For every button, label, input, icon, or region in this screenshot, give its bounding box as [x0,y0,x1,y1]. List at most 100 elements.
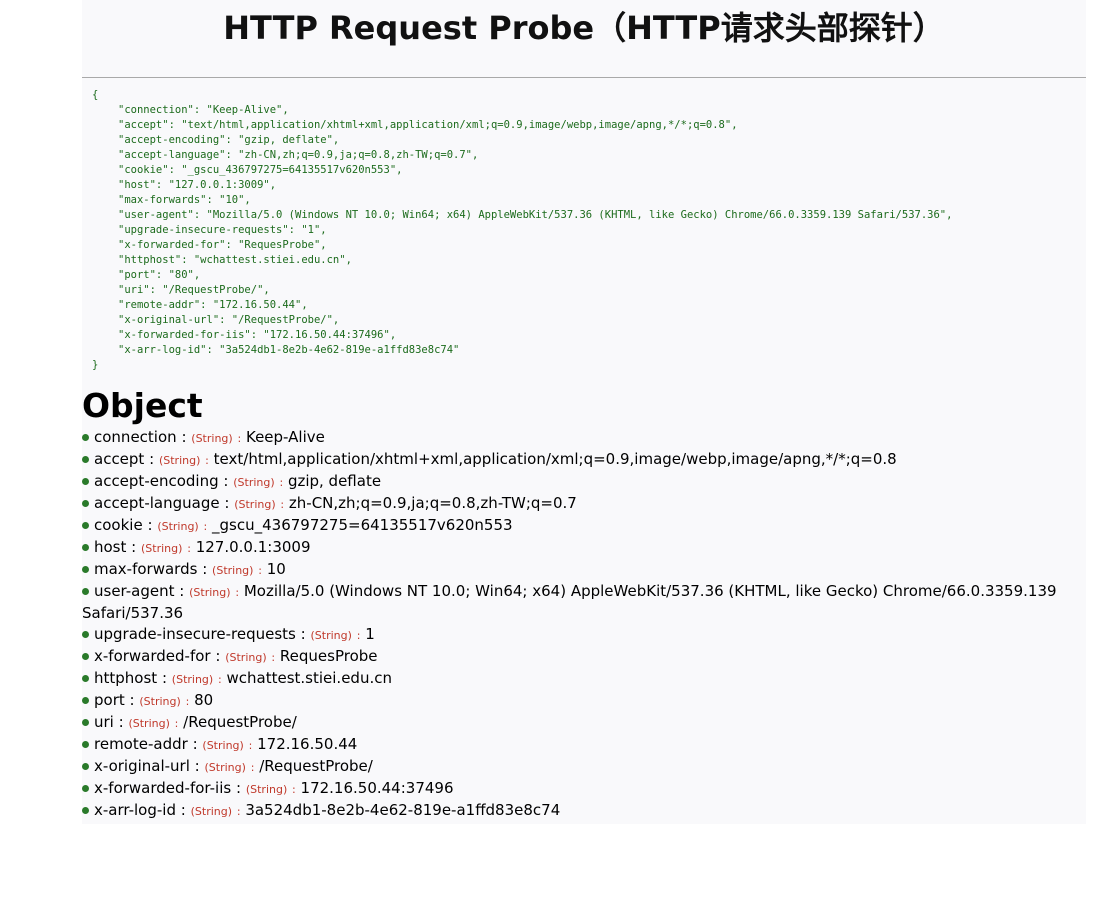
property-item: uri : (String) : /RequestProbe/ [82,712,1086,734]
property-value: 80 [194,691,214,709]
property-item: x-original-url : (String) : /RequestProb… [82,756,1086,778]
type-separator: : [279,476,284,489]
bullet-icon [82,478,89,485]
property-type-label: (String) [139,695,181,708]
property-item: x-forwarded-for : (String) : RequesProbe [82,646,1086,668]
property-key: x-forwarded-for-iis [94,779,232,797]
property-item: max-forwards : (String) : 10 [82,559,1086,581]
raw-json-line: "upgrade-insecure-requests": "1", [118,224,327,236]
raw-json-line: "user-agent": "Mozilla/5.0 (Windows NT 1… [118,209,953,221]
property-list: connection : (String) : Keep-Alive accept… [82,427,1086,822]
key-separator: : [180,801,186,819]
bullet-icon [82,500,89,507]
bullet-icon [82,456,89,463]
key-separator: : [194,757,200,775]
property-key: remote-addr [94,735,188,753]
raw-json-line: "uri": "/RequestProbe/", [118,284,270,296]
property-key: uri [94,713,114,731]
header-divider [82,77,1086,78]
object-heading: Object [82,386,203,425]
property-type-label: (String) [202,739,244,752]
property-type-label: (String) [234,498,276,511]
property-value: 172.16.50.44:37496 [300,779,454,797]
property-value: wchattest.stiei.edu.cn [226,669,392,687]
property-key: host [94,538,127,556]
property-type-label: (String) [189,586,231,599]
raw-json-line: "httphost": "wchattest.stiei.edu.cn", [118,254,352,266]
key-separator: : [300,625,306,643]
bullet-icon [82,763,89,770]
raw-json-block: { "connection": "Keep-Alive", "accept": "… [92,88,952,373]
property-type-label: (String) [245,783,288,796]
type-separator: : [236,805,241,818]
type-separator: : [258,564,262,577]
raw-json-line: "cookie": "_gscu_436797275=64135517v620n… [118,164,403,176]
key-separator: : [179,582,185,600]
property-key: port [94,691,125,709]
raw-json-line: "x-arr-log-id": "3a524db1-8e2b-4e62-819e… [118,344,460,356]
property-value: zh-CN,zh;q=0.9,ja;q=0.8,zh-TW;q=0.7 [288,494,577,512]
bullet-icon [82,675,89,682]
key-separator: : [129,691,135,709]
property-key: accept-encoding [94,472,219,490]
bullet-icon [82,631,89,638]
key-separator: : [235,779,242,797]
property-value: Keep-Alive [245,428,325,446]
bullet-icon [82,785,89,792]
property-item: accept-language : (String) : zh-CN,zh;q=… [82,493,1086,515]
type-separator: : [205,454,209,467]
property-type-label: (String) [158,454,201,467]
property-type-label: (String) [171,673,214,686]
raw-json-line: "remote-addr": "172.16.50.44", [118,299,308,311]
property-type-label: (String) [128,717,170,730]
property-key: x-original-url [94,757,190,775]
raw-json-line: "x-original-url": "/RequestProbe/", [118,314,340,326]
property-type-label: (String) [190,805,233,818]
property-type-label: (String) [204,761,246,774]
type-separator: : [174,717,179,730]
property-value: /RequestProbe/ [259,757,373,775]
raw-json-line: "port": "80", [118,269,201,281]
property-item: x-forwarded-for-iis : (String) : 172.16.… [82,778,1086,800]
property-item: user-agent : (String) : Mozilla/5.0 (Win… [82,581,1086,624]
property-value: RequesProbe [279,647,378,665]
property-key: connection [94,428,177,446]
key-separator: : [161,669,168,687]
key-separator: : [192,735,198,753]
property-item: accept-encoding : (String) : gzip, defla… [82,471,1086,493]
property-item: x-arr-log-id : (String) : 3a524db1-8e2b-… [82,800,1086,822]
bullet-icon [82,588,89,595]
property-type-label: (String) [212,564,254,577]
raw-json-line: "max-forwards": "10", [118,194,251,206]
property-item: port : (String) : 80 [82,690,1086,712]
property-value: 3a524db1-8e2b-4e62-819e-a1ffd83e8c74 [245,801,561,819]
bullet-icon [82,566,89,573]
key-separator: : [149,450,155,468]
raw-json-line: "x-forwarded-for": "RequesProbe", [118,239,327,251]
property-type-label: (String) [225,651,267,664]
raw-json-open-brace: { [92,89,99,101]
bullet-icon [82,653,89,660]
property-value: 172.16.50.44 [257,735,358,753]
property-key: accept-language [94,494,220,512]
property-value: 127.0.0.1:3009 [195,538,311,556]
property-value: gzip, deflate [287,472,382,490]
property-value: 1 [365,625,375,643]
property-value: /RequestProbe/ [183,713,297,731]
property-item: upgrade-insecure-requests : (String) : 1 [82,624,1086,646]
raw-json-line: "host": "127.0.0.1:3009", [118,179,277,191]
key-separator: : [223,472,229,490]
type-separator: : [237,432,242,445]
type-separator: : [187,542,191,555]
type-separator: : [292,783,296,796]
property-type-label: (String) [233,476,275,489]
type-separator: : [250,761,255,774]
page-title: HTTP Request Probe（HTTP请求头部探针） [223,9,945,47]
property-value: _gscu_436797275=64135517v620n553 [212,516,513,534]
raw-json-line: "x-forwarded-for-iis": "172.16.50.44:374… [118,329,397,341]
key-separator: : [202,560,208,578]
raw-json-line: "accept": "text/html,application/xhtml+x… [118,119,738,131]
key-separator: : [224,494,230,512]
property-value: text/html,application/xhtml+xml,applicat… [213,450,897,468]
bullet-icon [82,544,89,551]
